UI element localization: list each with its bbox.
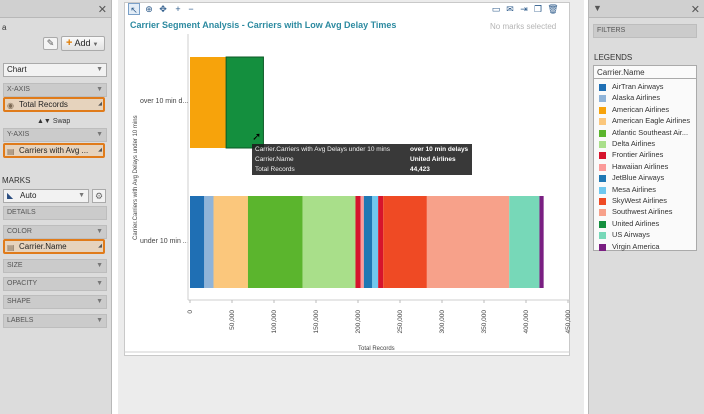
legend-swatch: [599, 163, 606, 171]
bar-segment[interactable]: [426, 196, 510, 288]
legend-swatch: [599, 152, 606, 160]
right-panel-header: ▼ ✕: [589, 0, 704, 18]
mouse-cursor-icon: ➚: [252, 131, 262, 143]
tooltip-key: Carrier.Carriers with Avg Delays under 1…: [255, 146, 390, 153]
filter-icon[interactable]: ▼: [593, 3, 602, 13]
legend-swatch: [599, 141, 606, 148]
right-panel: ▼ ✕ FILTERS LEGENDS Carrier.Name AirTran…: [588, 0, 704, 414]
bar-segment[interactable]: [383, 196, 427, 288]
legend-label: Hawaiian Airlines: [612, 161, 669, 171]
bar-segment[interactable]: [509, 196, 540, 288]
x-tick-label: 450,000: [565, 310, 572, 334]
tooltip: Carrier.Carriers with Avg Delays under 1…: [252, 144, 472, 175]
tooltip-value: 44,423: [410, 166, 430, 173]
legend-label: Frontier Airlines: [612, 150, 664, 160]
bar-segment[interactable]: [190, 196, 205, 288]
x-tick-label: 50,000: [229, 310, 236, 330]
x-tick-label: 250,000: [397, 310, 404, 334]
legend-field: Carrier.Name: [594, 66, 696, 79]
x-tick-label: 0: [187, 310, 194, 314]
bar-segment[interactable]: [378, 196, 384, 288]
bar-segment[interactable]: [204, 196, 214, 288]
legend-swatch: [599, 232, 606, 240]
x-tick-label: 100,000: [271, 310, 278, 334]
legend-label: Delta Airlines: [612, 139, 656, 148]
filters-section[interactable]: FILTERS: [593, 24, 697, 38]
legend-swatch: [599, 118, 606, 126]
x-tick-label: 300,000: [439, 310, 446, 334]
tooltip-row: Total Records 44,423: [255, 165, 469, 174]
bar-segment[interactable]: [190, 57, 227, 148]
legend-swatch: [599, 95, 606, 103]
bar-segment[interactable]: [213, 196, 248, 288]
legend-swatch: [599, 186, 606, 194]
bar-segment[interactable]: [372, 196, 379, 288]
tooltip-value: United Airlines: [410, 156, 456, 163]
bar-segment[interactable]: [302, 196, 356, 288]
legends-heading: LEGENDS: [594, 53, 633, 62]
legend-label: SkyWest Airlines: [612, 196, 667, 205]
legend-swatch: [599, 106, 606, 114]
bar-segment[interactable]: [355, 196, 361, 288]
x-tick-label: 400,000: [523, 310, 530, 334]
legend-label: US Airways: [612, 230, 650, 240]
legend-label: Alaska Airlines: [612, 93, 661, 103]
legend-label: American Airlines: [612, 104, 670, 114]
x-tick-label: 200,000: [355, 310, 362, 334]
legend-label: Virgin America: [612, 241, 660, 251]
legend: Carrier.Name AirTran Airways Alaska Airli…: [593, 65, 697, 251]
legend-label: Mesa Airlines: [612, 184, 656, 194]
x-axis-title: Total Records: [358, 346, 395, 352]
legend-swatch: [599, 220, 606, 228]
legend-swatch: [599, 84, 606, 91]
x-tick-label: 350,000: [481, 310, 488, 334]
legend-swatch: [599, 175, 606, 183]
legend-label: AirTran Airways: [612, 82, 664, 91]
legend-label: JetBlue Airways: [612, 173, 665, 183]
tooltip-row: Carrier.Name United Airlines: [255, 155, 469, 164]
close-icon[interactable]: ✕: [691, 3, 700, 16]
legend-swatch: [599, 209, 606, 217]
bar-segment[interactable]: [363, 196, 373, 288]
tooltip-key: Total Records: [255, 166, 295, 173]
tooltip-row: Carrier.Carriers with Avg Delays under 1…: [255, 145, 469, 154]
legend-swatch: [599, 129, 606, 137]
tooltip-value: over 10 min delays: [410, 146, 469, 153]
legend-label: Atlantic Southeast Air...: [612, 127, 689, 137]
legend-swatch: [599, 243, 606, 251]
bar-segment[interactable]: [539, 196, 544, 288]
legend-swatch: [599, 198, 606, 205]
bar-segment[interactable]: [247, 196, 303, 288]
x-tick-label: 150,000: [313, 310, 320, 334]
tooltip-key: Carrier.Name: [255, 156, 294, 163]
legend-label: American Eagle Airlines: [612, 116, 691, 126]
bar-segment[interactable]: [360, 196, 364, 288]
legend-label: Southwest Airlines: [612, 207, 673, 217]
legend-label: United Airlines: [612, 218, 660, 228]
